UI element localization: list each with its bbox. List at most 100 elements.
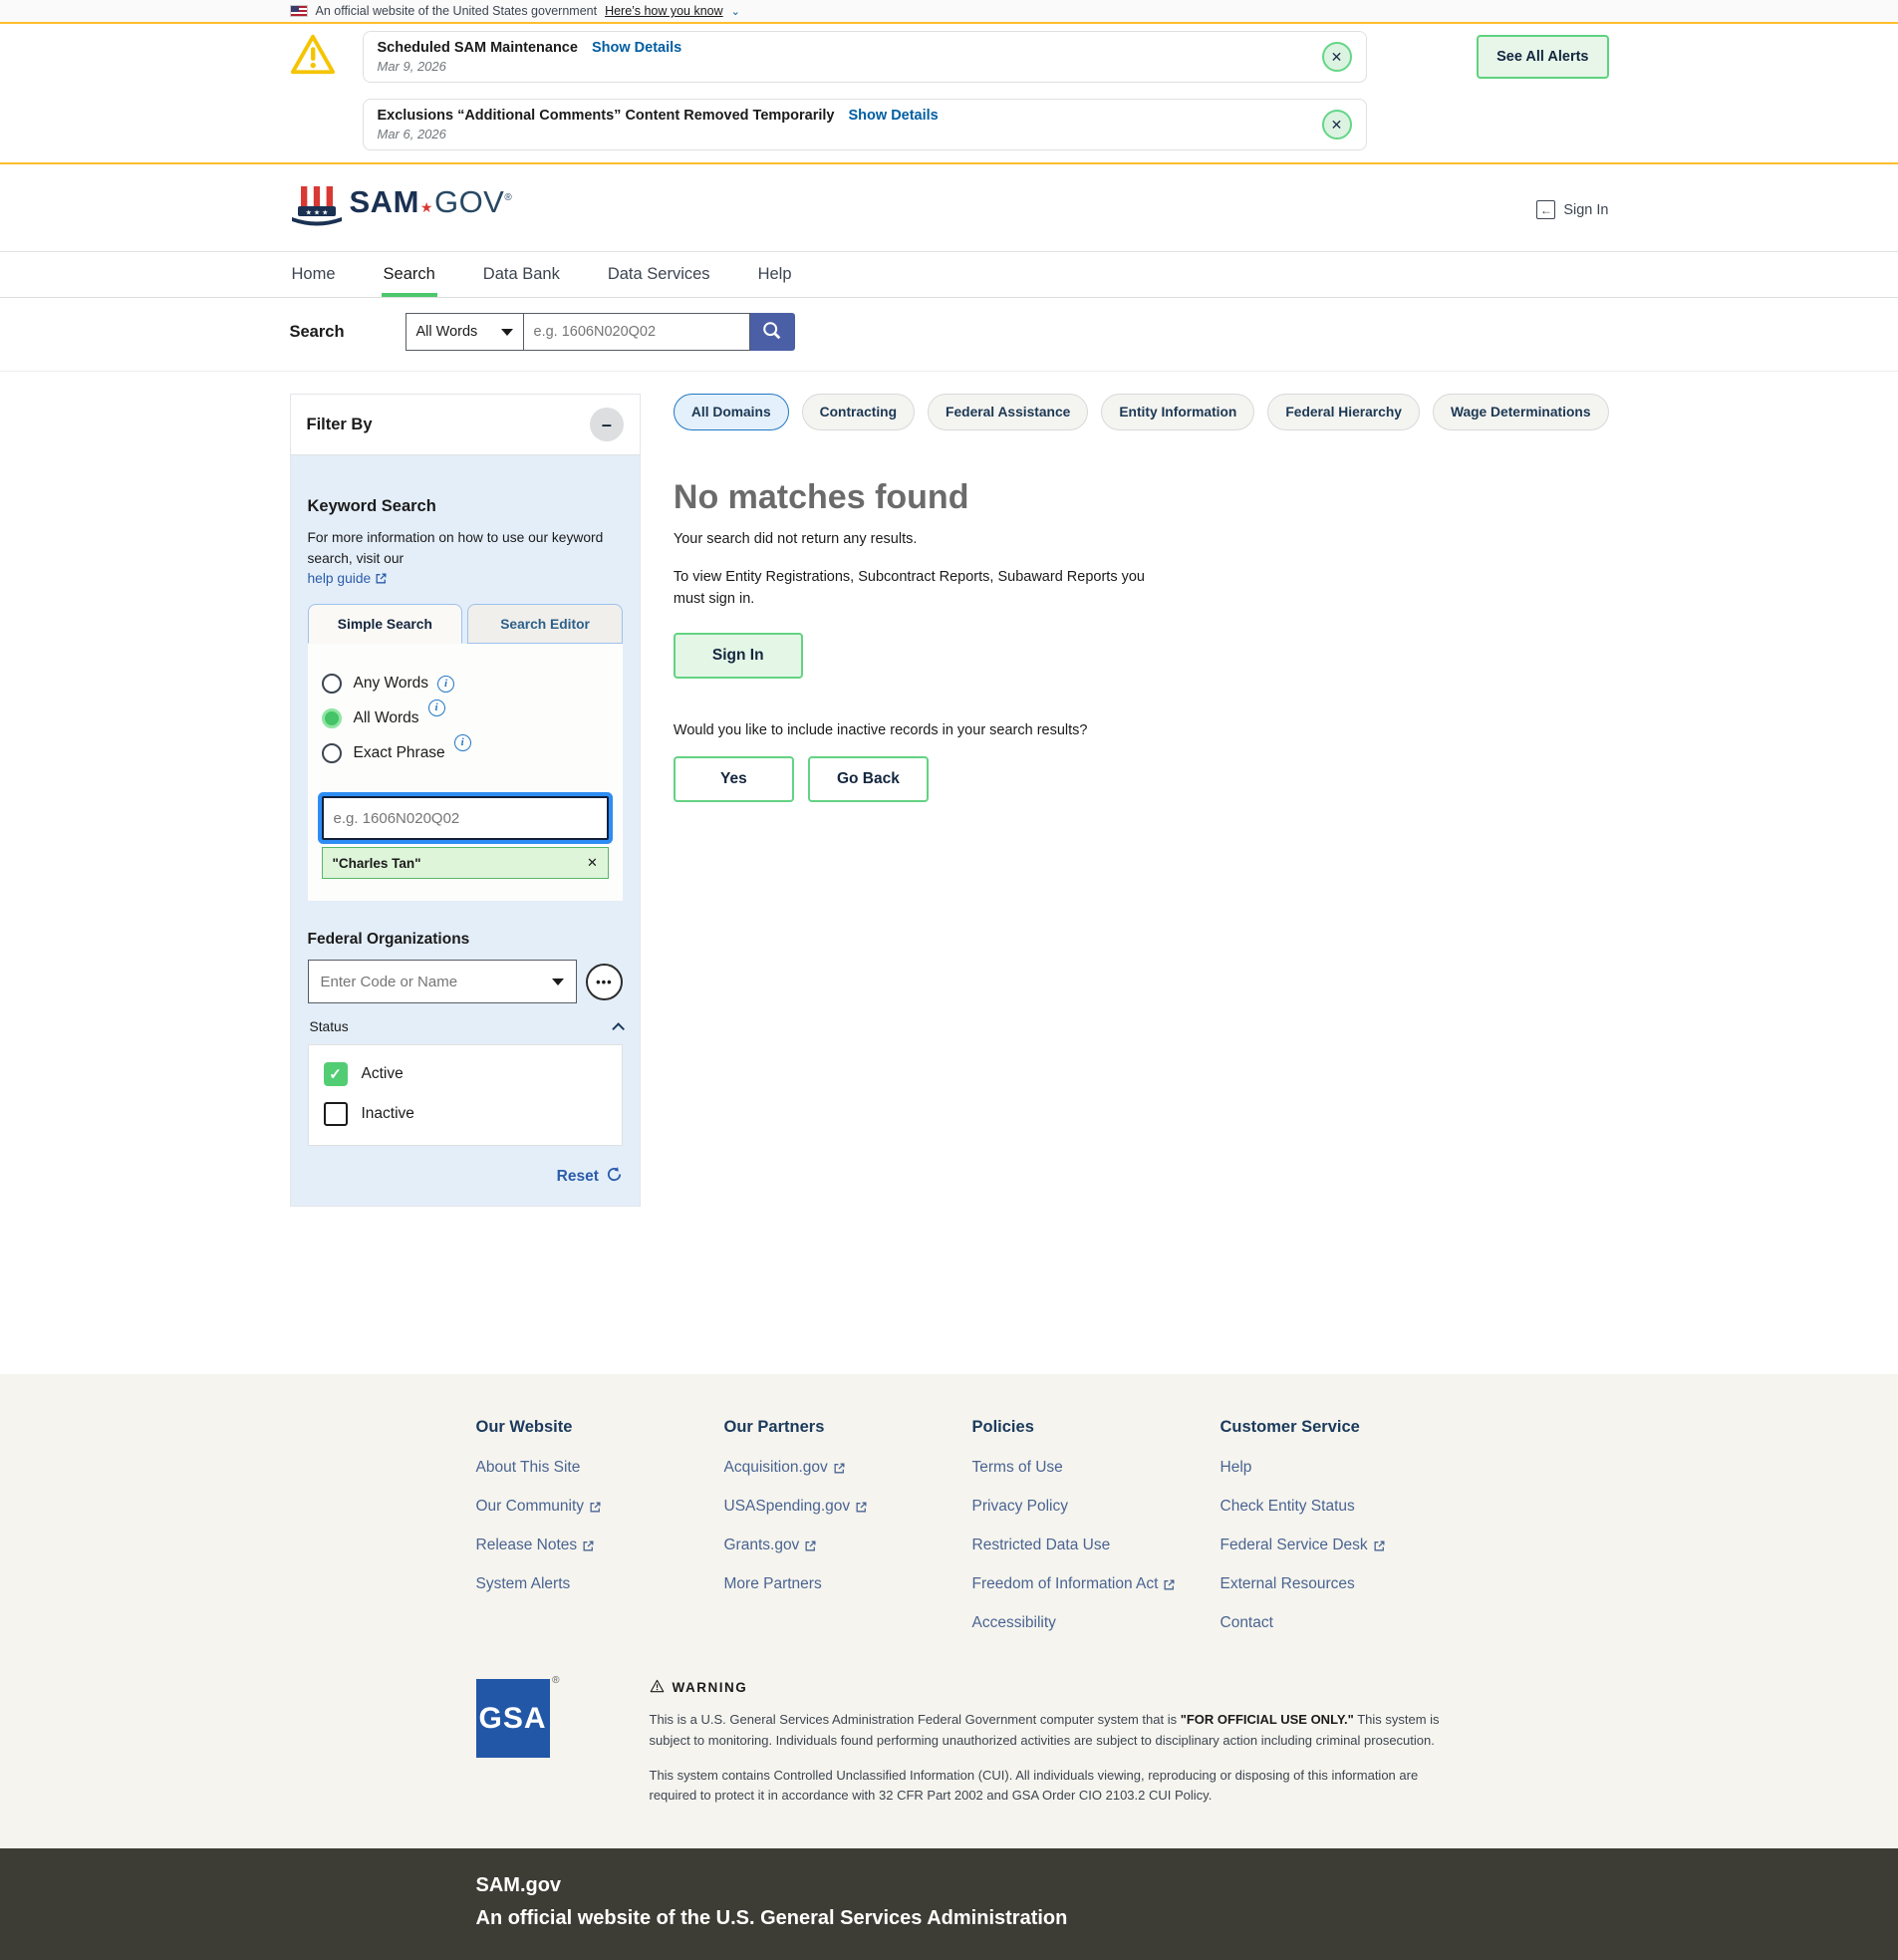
footer-link-terms-of-use[interactable]: Terms of Use — [972, 1459, 1220, 1477]
collapse-filters-icon[interactable]: – — [589, 408, 624, 441]
external-link-icon — [1163, 1578, 1176, 1591]
domain-tab-wage-determinations[interactable]: Wage Determinations — [1432, 394, 1609, 430]
nav-item-data-bank[interactable]: Data Bank — [481, 252, 562, 297]
domain-tab-all-domains[interactable]: All Domains — [673, 394, 789, 430]
reset-icon[interactable] — [606, 1166, 623, 1188]
help-guide-link[interactable]: help guide — [308, 571, 389, 586]
footer-link-our-community[interactable]: Our Community — [476, 1498, 724, 1516]
nav-item-search[interactable]: Search — [381, 252, 437, 297]
gov-banner: An official website of the United States… — [0, 0, 1898, 24]
alert-date: Mar 6, 2026 — [377, 127, 446, 141]
footer-link-acquisition-gov[interactable]: Acquisition.gov — [724, 1459, 972, 1477]
results-area: All Domains Contracting Federal Assistan… — [673, 394, 1609, 802]
domain-tab-contracting[interactable]: Contracting — [801, 394, 916, 430]
reset-link[interactable]: Reset — [557, 1168, 599, 1186]
warning-paragraph-1: This is a U.S. General Services Administ… — [649, 1712, 1440, 1748]
info-icon[interactable]: i — [453, 733, 471, 751]
chevron-up-icon[interactable] — [612, 1022, 625, 1036]
search-input[interactable] — [522, 313, 750, 351]
tab-search-editor[interactable]: Search Editor — [467, 604, 623, 645]
domain-tab-federal-assistance[interactable]: Federal Assistance — [928, 394, 1089, 430]
footer-link-accessibility[interactable]: Accessibility — [972, 1614, 1220, 1632]
domain-tab-entity-information[interactable]: Entity Information — [1101, 394, 1255, 430]
search-type-select[interactable]: All Words — [405, 313, 523, 351]
footer-link-check-entity-status[interactable]: Check Entity Status — [1220, 1498, 1469, 1516]
checkbox-inactive-label: Inactive — [361, 1105, 414, 1123]
federal-organizations-heading: Federal Organizations — [307, 931, 470, 949]
info-icon[interactable]: i — [437, 675, 455, 693]
info-icon[interactable]: i — [427, 699, 445, 716]
sam-gov-logo[interactable]: ★ ★ ★ SAM ★ GOV ® — [290, 184, 513, 235]
footer-link-usaspending-gov[interactable]: USASpending.gov — [724, 1498, 972, 1516]
show-details-link[interactable]: Show Details — [849, 108, 939, 124]
keyword-search-heading: Keyword Search — [307, 497, 436, 515]
footer-link-contact[interactable]: Contact — [1220, 1614, 1469, 1632]
footer-link-external-resources[interactable]: External Resources — [1220, 1575, 1469, 1593]
chevron-down-icon[interactable]: ⌄ — [731, 5, 740, 18]
footer-link-release-notes[interactable]: Release Notes — [476, 1537, 724, 1554]
radio-exact-phrase[interactable] — [321, 743, 342, 764]
external-link-icon — [855, 1501, 868, 1514]
domain-tab-federal-hierarchy[interactable]: Federal Hierarchy — [1267, 394, 1420, 430]
how-you-know-link[interactable]: Here’s how you know — [605, 4, 723, 18]
footer-heading-policies: Policies — [971, 1418, 1034, 1436]
footer-link-foia[interactable]: Freedom of Information Act — [972, 1575, 1220, 1593]
search-submit-button[interactable] — [749, 313, 795, 351]
show-details-link[interactable]: Show Details — [592, 40, 681, 56]
warning-paragraph-2: This system contains Controlled Unclassi… — [649, 1767, 1419, 1804]
footer-link-system-alerts[interactable]: System Alerts — [476, 1575, 724, 1593]
footer-link-restricted-data-use[interactable]: Restricted Data Use — [972, 1537, 1220, 1554]
status-label: Status — [309, 1019, 349, 1035]
more-options-icon[interactable]: ••• — [585, 963, 623, 1000]
alerts-section: Scheduled SAM Maintenance Show Details M… — [0, 24, 1898, 164]
nav-item-home[interactable]: Home — [290, 252, 338, 297]
sign-in-note: To view Entity Registrations, Subcontrac… — [673, 569, 1145, 607]
footer-link-about-this-site[interactable]: About This Site — [476, 1459, 724, 1477]
checkbox-active-label: Active — [361, 1065, 404, 1083]
sign-in-button[interactable]: Sign In — [673, 632, 803, 679]
keyword-chip: "Charles Tan" ✕ — [321, 847, 609, 880]
bottom-identity-bar: SAM.gov An official website of the U.S. … — [0, 1848, 1898, 1960]
filter-panel: Filter By – Keyword Search For more info… — [289, 394, 641, 1208]
federal-organizations-select[interactable]: Enter Code or Name — [307, 960, 577, 1004]
no-matches-heading: No matches found — [673, 478, 969, 516]
tab-simple-search[interactable]: Simple Search — [307, 604, 463, 645]
warning-triangle-small-icon — [650, 1679, 665, 1696]
nav-item-data-services[interactable]: Data Services — [606, 252, 712, 297]
nav-item-help[interactable]: Help — [756, 252, 794, 297]
status-options-box: ✓ Active Inactive — [307, 1044, 623, 1147]
us-flag-icon — [289, 5, 308, 17]
keyword-info-text: For more information on how to use our k… — [307, 530, 604, 566]
external-link-icon — [833, 1462, 846, 1475]
radio-any-words[interactable] — [321, 674, 342, 695]
close-icon[interactable]: ✕ — [1321, 110, 1352, 140]
footer-link-federal-service-desk[interactable]: Federal Service Desk — [1220, 1537, 1469, 1554]
close-icon[interactable]: ✕ — [1321, 42, 1352, 72]
footer-heading-our-partners: Our Partners — [723, 1418, 825, 1436]
footer-link-grants-gov[interactable]: Grants.gov — [724, 1537, 972, 1554]
logo-star-icon: ★ — [419, 199, 433, 215]
go-back-button[interactable]: Go Back — [807, 755, 929, 802]
federal-organizations-placeholder: Enter Code or Name — [320, 973, 458, 990]
checkbox-active[interactable]: ✓ — [323, 1062, 348, 1087]
site-header: ★ ★ ★ SAM ★ GOV ® ← Sign In — [0, 164, 1898, 251]
footer-link-help[interactable]: Help — [1220, 1459, 1469, 1477]
bottom-agency-line: An official website of the U.S. General … — [475, 1907, 1068, 1930]
see-all-alerts-button[interactable]: See All Alerts — [1477, 35, 1609, 79]
chip-remove-icon[interactable]: ✕ — [587, 855, 598, 871]
search-label: Search — [289, 322, 345, 341]
keyword-input[interactable] — [321, 796, 609, 841]
footer-link-more-partners[interactable]: More Partners — [724, 1575, 972, 1593]
external-link-icon — [589, 1501, 602, 1514]
main-nav: Home Search Data Bank Data Services Help — [0, 251, 1898, 298]
registered-mark: ® — [504, 192, 513, 203]
alert-title: Exclusions “Additional Comments” Content… — [377, 108, 835, 124]
site-footer: Our Website About This Site Our Communit… — [0, 1374, 1898, 1849]
yes-button[interactable]: Yes — [673, 755, 794, 802]
logo-sam-text: SAM — [349, 184, 419, 219]
footer-link-privacy-policy[interactable]: Privacy Policy — [972, 1498, 1220, 1516]
filter-by-title: Filter By — [306, 415, 373, 433]
sign-in-link[interactable]: ← Sign In — [1536, 200, 1609, 219]
radio-all-words[interactable] — [321, 708, 342, 729]
checkbox-inactive[interactable] — [323, 1102, 348, 1127]
